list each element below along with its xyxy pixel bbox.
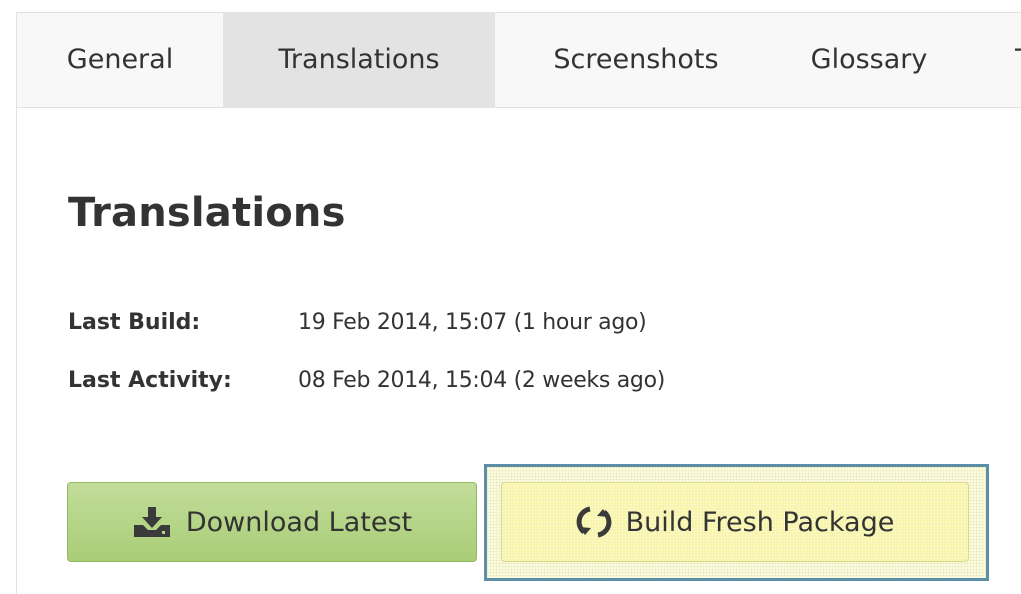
last-build-label: Last Build: [68,310,201,335]
tab-glossary[interactable]: Glossary [783,13,955,107]
last-build-value: 19 Feb 2014, 15:07 (1 hour ago) [298,310,647,335]
last-activity-value: 08 Feb 2014, 15:04 (2 weeks ago) [298,368,666,393]
download-latest-label: Download Latest [185,506,413,538]
download-latest-button[interactable]: Download Latest [67,482,477,562]
last-activity-row: Last Activity: 08 Feb 2014, 15:04 (2 wee… [68,368,665,393]
tab-general[interactable]: General [17,13,223,107]
tab-screenshots[interactable]: Screenshots [513,13,759,107]
last-build-row: Last Build: 19 Feb 2014, 15:07 (1 hour a… [68,310,647,335]
download-icon [132,505,172,539]
tab-truncated[interactable]: T [997,13,1021,107]
last-activity-label: Last Activity: [68,368,232,393]
page-title: Translations [68,190,346,236]
build-fresh-package-button[interactable]: Build Fresh Package [501,482,969,562]
tab-translations[interactable]: Translations [223,13,495,107]
tab-bar: General Translations Screenshots Glossar… [16,12,1021,108]
build-fresh-package-label: Build Fresh Package [625,506,895,538]
panel-border [16,108,17,594]
refresh-icon [576,505,612,539]
